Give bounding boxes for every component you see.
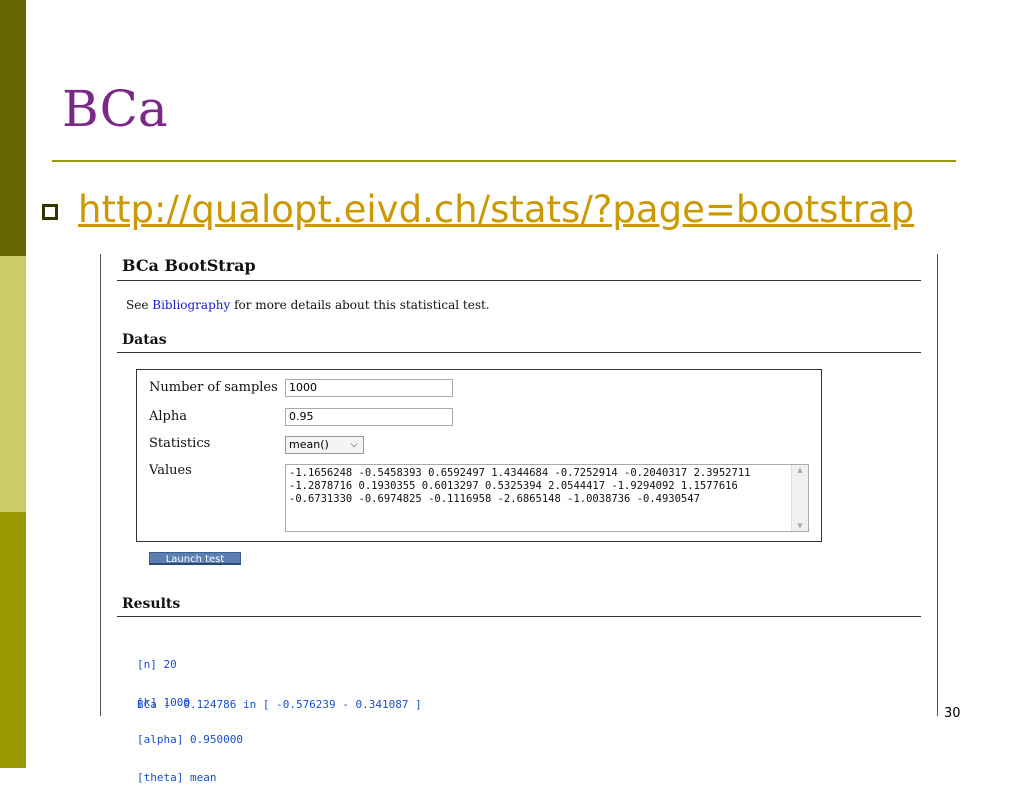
statistics-select[interactable]: mean() ⌵ [285,436,364,454]
see-prefix: See [126,298,149,312]
page-heading: BCa BootStrap [122,256,256,275]
results-heading: Results [122,596,181,612]
scroll-up-icon[interactable]: ▲ [792,466,808,474]
title-divider [52,160,956,162]
data-form: Number of samples 1000 Alpha 0.95 Statis… [136,369,822,542]
values-scrollbar[interactable]: ▲ ▼ [791,465,808,531]
datas-divider [117,352,921,353]
statistics-select-value: mean() [289,438,329,451]
slide-title: BCa [62,80,168,138]
datas-heading: Datas [122,332,167,348]
results-divider [117,616,921,617]
bibliography-link[interactable]: Bibliography [152,298,230,312]
result-line: [n] 20 [137,658,177,671]
side-strip-mid [0,512,26,768]
bootstrap-url-link[interactable]: http://qualopt.eivd.ch/stats/?page=boots… [78,188,914,231]
statistics-label: Statistics [149,436,211,451]
embedded-webpage-screenshot: BCa BootStrap See Bibliography for more … [100,254,938,783]
side-strip-light [0,256,26,512]
alpha-input[interactable]: 0.95 [285,408,453,426]
page-number: 30 [944,706,961,721]
samples-label: Number of samples [149,380,278,395]
values-label: Values [149,463,192,478]
bullet-icon [42,204,58,220]
chevron-down-icon: ⌵ [350,440,358,450]
side-strip-dark [0,0,26,256]
result-line: [alpha] 0.950000 [137,733,243,746]
launch-test-button[interactable]: Launch test [149,552,241,565]
scroll-down-icon[interactable]: ▼ [792,522,808,530]
result-line: [theta] mean [137,770,217,784]
bibliography-note: See Bibliography for more details about … [126,298,490,312]
samples-input[interactable]: 1000 [285,379,453,397]
results-output: [n] 20 [k] 1000 [alpha] 0.950000 [theta]… [137,634,243,809]
values-text: -1.1656248 -0.5458393 0.6592497 1.434468… [289,467,751,505]
alpha-label: Alpha [149,409,187,424]
see-suffix: for more details about this statistical … [234,298,490,312]
bca-result: BCa : -0.124786 in [ -0.576239 - 0.34108… [137,698,422,711]
values-textarea[interactable]: -1.1656248 -0.5458393 0.6592497 1.434468… [285,464,809,532]
heading-divider [117,280,921,281]
